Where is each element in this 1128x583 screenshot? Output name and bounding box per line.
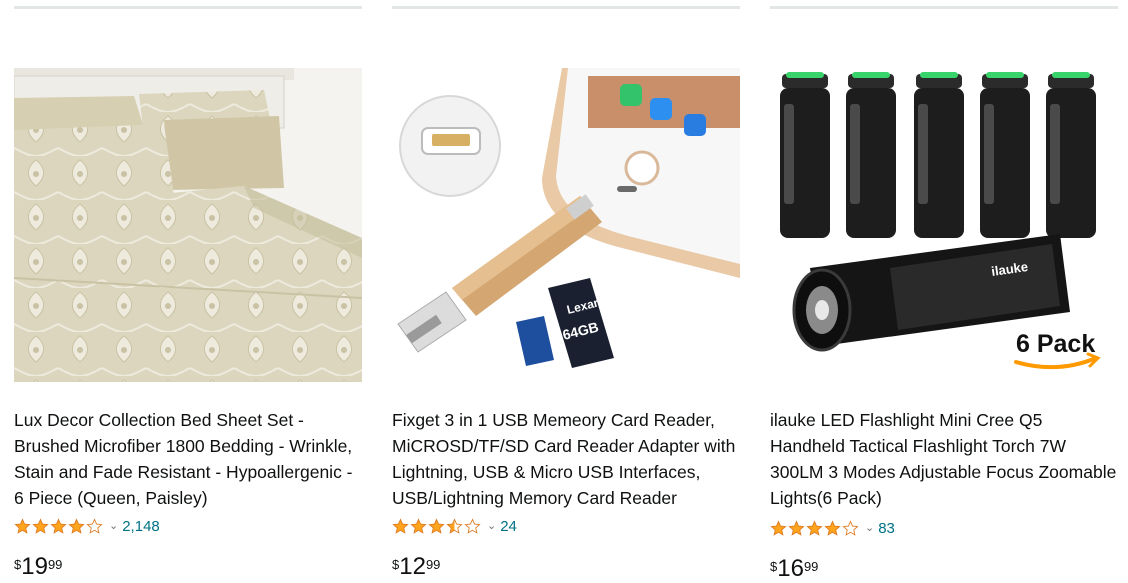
price-fraction: 99 [803, 559, 819, 574]
star-icon [14, 517, 31, 534]
price-whole: 16 [777, 555, 804, 582]
product-card-flashlights[interactable]: ilauke 6 Pack ilauke LED Flashlight Mini… [770, 0, 1118, 583]
star-icon [842, 519, 859, 536]
product-title[interactable]: Fixget 3 in 1 USB Memeory Card Reader, M… [392, 407, 740, 511]
price-whole: 19 [21, 553, 48, 580]
product-title[interactable]: Lux Decor Collection Bed Sheet Set - Bru… [14, 407, 362, 511]
star-rating [14, 517, 103, 535]
price[interactable]: $ 19 99 [14, 554, 62, 580]
product-image-bed-sheets[interactable] [14, 68, 362, 382]
star-icon [788, 519, 805, 536]
product-title[interactable]: ilauke LED Flashlight Mini Cree Q5 Handh… [770, 407, 1118, 511]
star-icon [392, 517, 409, 534]
price-fraction: 99 [47, 557, 63, 572]
price-symbol: $ [14, 557, 22, 572]
star-icon [32, 517, 49, 534]
product-card-bed-sheets[interactable]: Lux Decor Collection Bed Sheet Set - Bru… [14, 0, 362, 583]
star-icon [86, 517, 103, 534]
star-icon [428, 517, 445, 534]
star-icon [824, 519, 841, 536]
star-icon [50, 517, 67, 534]
chevron-down-icon[interactable]: ⌄ [109, 520, 118, 532]
product-grid: Lux Decor Collection Bed Sheet Set - Bru… [0, 0, 1128, 583]
price-whole: 12 [399, 553, 426, 580]
star-rating [392, 517, 481, 535]
pack-badge: 6 Pack [1016, 330, 1095, 358]
price-fraction: 99 [425, 557, 441, 572]
bed-sheet-illustration [14, 68, 362, 382]
star-icon [806, 519, 823, 536]
price[interactable]: $ 12 99 [392, 554, 440, 580]
rating-row[interactable]: ⌄ 83 [770, 518, 895, 538]
review-count-link[interactable]: 2,148 [122, 518, 160, 535]
chevron-down-icon[interactable]: ⌄ [865, 522, 874, 534]
product-card-card-reader[interactable]: Lexar 64GB Fixget 3 in 1 USB Memeory Car… [392, 0, 740, 583]
card-divider [770, 6, 1118, 9]
product-image-flashlights[interactable]: ilauke 6 Pack [770, 68, 1118, 382]
star-icon [770, 519, 787, 536]
rating-row[interactable]: ⌄ 2,148 [14, 516, 160, 536]
review-count-link[interactable]: 83 [878, 520, 895, 537]
chevron-down-icon[interactable]: ⌄ [487, 520, 496, 532]
star-icon [410, 517, 427, 534]
price-symbol: $ [770, 559, 778, 574]
star-icon [464, 517, 481, 534]
star-icon [68, 517, 85, 534]
star-rating [770, 519, 859, 537]
flashlight-illustration: ilauke 6 Pack [770, 68, 1118, 382]
card-reader-illustration: Lexar 64GB [392, 68, 740, 382]
star-icon [446, 517, 463, 534]
price[interactable]: $ 16 99 [770, 556, 818, 582]
card-divider [392, 6, 740, 9]
review-count-link[interactable]: 24 [500, 518, 517, 535]
card-divider [14, 6, 362, 9]
price-symbol: $ [392, 557, 400, 572]
product-image-card-reader[interactable]: Lexar 64GB [392, 68, 740, 382]
rating-row[interactable]: ⌄ 24 [392, 516, 517, 536]
